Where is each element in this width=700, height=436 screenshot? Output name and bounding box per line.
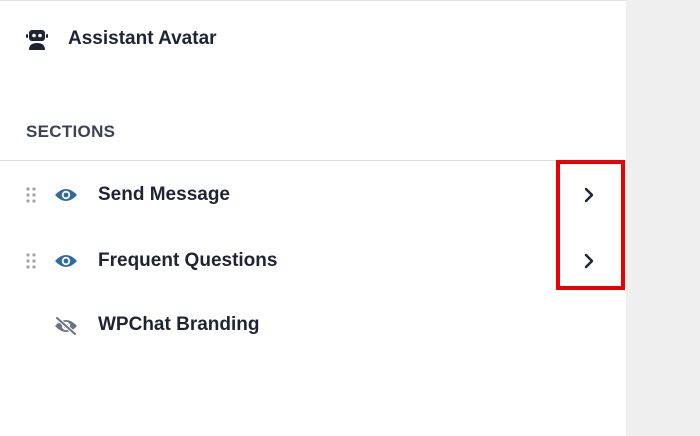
section-item-label: Send Message xyxy=(98,184,230,205)
assistant-avatar-row[interactable]: Assistant Avatar xyxy=(26,25,217,53)
chevron-right-icon[interactable] xyxy=(582,187,596,203)
sections-heading: SECTIONS xyxy=(26,122,116,141)
section-item-label: Frequent Questions xyxy=(98,250,278,271)
eye-off-icon[interactable] xyxy=(54,316,78,336)
robot-icon xyxy=(26,27,48,51)
divider xyxy=(0,160,626,161)
drag-handle-icon[interactable] xyxy=(25,186,37,204)
eye-icon[interactable] xyxy=(54,253,78,269)
section-item-send-message[interactable]: Send Message xyxy=(0,173,626,217)
section-item-label: WPChat Branding xyxy=(98,314,260,335)
drag-handle-icon[interactable] xyxy=(25,252,37,270)
section-item-frequent-questions[interactable]: Frequent Questions xyxy=(0,239,626,283)
eye-icon[interactable] xyxy=(54,187,78,203)
assistant-avatar-label: Assistant Avatar xyxy=(68,28,217,49)
sidebar-panel: Assistant Avatar SECTIONS Send Message F… xyxy=(0,0,626,436)
chevron-right-icon[interactable] xyxy=(582,253,596,269)
background-area xyxy=(626,0,700,436)
section-item-wpchat-branding[interactable]: WPChat Branding xyxy=(0,303,626,347)
